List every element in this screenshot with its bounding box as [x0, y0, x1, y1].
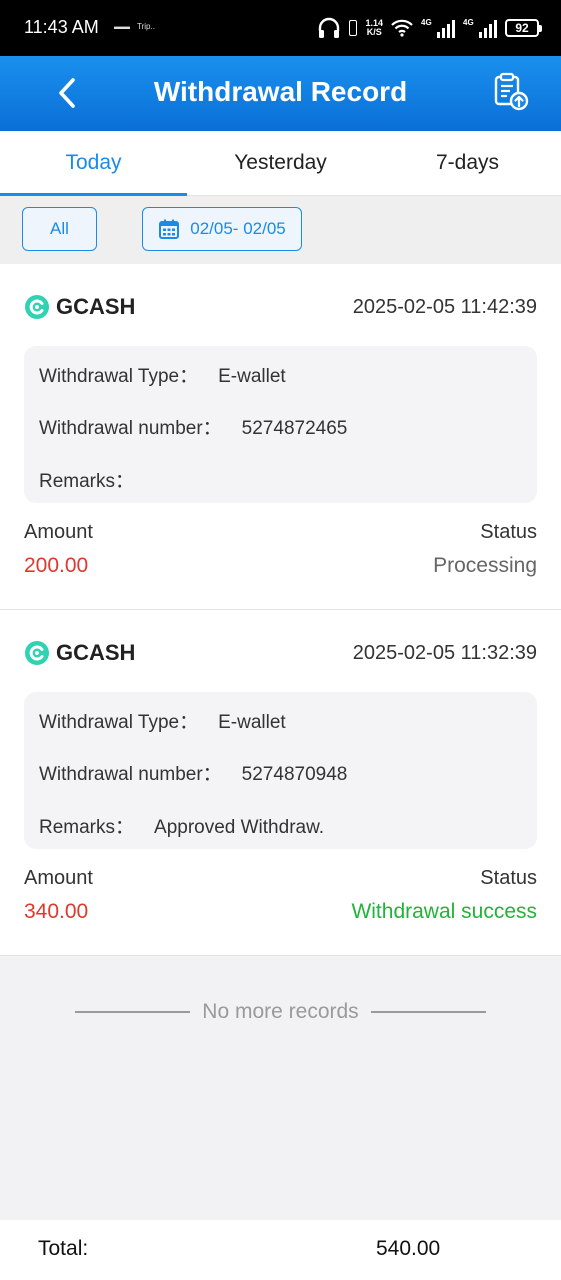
notification-icon: ▬▬ [114, 22, 130, 31]
filter-bar: All 02/05- 02/05 [0, 196, 561, 264]
withdrawal-type-value: E-wallet [218, 366, 286, 387]
network-speed: 1.14 K/S [365, 18, 383, 37]
status-label: Status [480, 867, 537, 889]
status-time: 11:43 AM [24, 17, 99, 37]
channel-brand: GCASH [24, 640, 135, 666]
headphones-icon [319, 17, 340, 38]
record-details: Withdrawal Type： E-wallet Withdrawal numb… [24, 346, 537, 503]
total-value: 540.00 [376, 1237, 441, 1260]
withdrawal-type-row: Withdrawal Type： E-wallet [39, 366, 286, 387]
battery-icon: 92 [505, 19, 542, 37]
page-title: Withdrawal Record [153, 76, 408, 107]
record-datetime: 2025-02-05 11:42:39 [352, 295, 537, 318]
gcash-logo-icon [25, 641, 49, 665]
date-range-text: 02/05- 02/05 [190, 219, 286, 238]
notification-app-label: Trip.. [137, 22, 155, 31]
phone-icon [349, 20, 358, 36]
export-record-button[interactable] [490, 72, 532, 114]
status-label: Status [480, 521, 537, 543]
withdrawal-number-value: 5274870948 [241, 764, 348, 785]
remarks-value: Approved Withdraw. [154, 817, 325, 838]
withdrawal-number-row: Withdrawal number： 5274872465 [39, 418, 348, 439]
withdrawal-record[interactable]: GCASH 2025-02-05 11:32:39 Withdrawal Typ… [0, 610, 561, 956]
filter-all-button[interactable]: All [22, 207, 97, 251]
status-value: Withdrawal success [351, 900, 537, 923]
amount-label: Amount [24, 867, 93, 889]
withdrawal-type-row: Withdrawal Type： E-wallet [39, 712, 286, 733]
tab-today[interactable]: Today [0, 131, 187, 196]
withdrawal-type-value: E-wallet [218, 712, 286, 733]
channel-brand: GCASH [24, 294, 135, 320]
amount-label: Amount [24, 521, 93, 543]
amount-value: 200.00 [24, 554, 89, 577]
wifi-icon [391, 19, 413, 37]
date-range-picker[interactable]: 02/05- 02/05 [142, 207, 302, 251]
tab-yesterday[interactable]: Yesterday [187, 131, 374, 195]
clipboard-upload-icon [494, 72, 529, 111]
gcash-logo-icon [25, 295, 49, 319]
signal-1-icon: 4G [421, 18, 455, 38]
amount-value: 340.00 [24, 900, 89, 923]
channel-name: GCASH [56, 294, 136, 319]
date-tabs: Today Yesterday 7-days [0, 131, 561, 196]
channel-name: GCASH [56, 640, 136, 665]
no-more-records-text: No more records [202, 1000, 359, 1023]
total-bar: Total: 540.00 [0, 1220, 561, 1280]
remarks-row: Remarks： [39, 471, 135, 492]
withdrawal-number-value: 5274872465 [241, 418, 348, 439]
signal-2-icon: 4G [463, 18, 497, 38]
withdrawal-number-row: Withdrawal number： 5274870948 [39, 764, 348, 785]
status-bar: 11:43 AM ▬▬ Trip.. 1.14 K/S 4G 4G 92 [0, 0, 561, 56]
end-of-list: No more records [0, 990, 561, 1034]
remarks-row: Remarks： Approved Withdraw. [39, 817, 325, 838]
record-datetime: 2025-02-05 11:32:39 [352, 641, 537, 664]
total-label: Total: [38, 1237, 89, 1260]
status-value: Processing [433, 554, 537, 577]
calendar-icon [159, 219, 180, 239]
tab-7-days[interactable]: 7-days [374, 131, 561, 195]
app-header: Withdrawal Record [0, 56, 561, 131]
withdrawal-record[interactable]: GCASH 2025-02-05 11:42:39 Withdrawal Typ… [0, 264, 561, 610]
divider [75, 1011, 191, 1013]
record-details: Withdrawal Type： E-wallet Withdrawal numb… [24, 692, 537, 849]
divider [370, 1011, 486, 1013]
